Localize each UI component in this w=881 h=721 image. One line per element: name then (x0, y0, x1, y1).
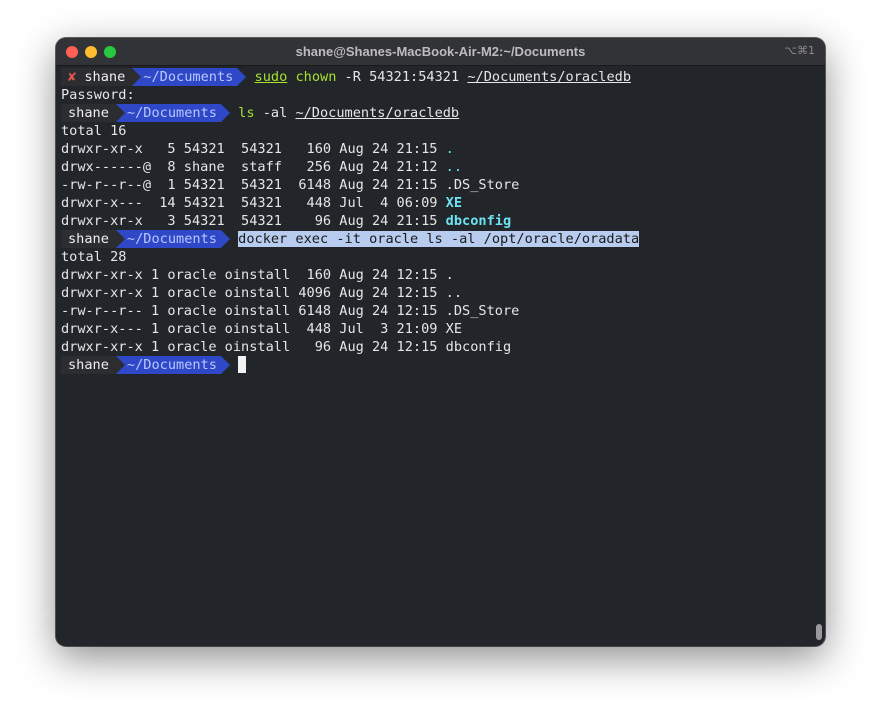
listing-meta: drwxr-x--- 14 54321 54321 448 Jul 4 06:0… (61, 195, 446, 211)
prompt-separator-icon (115, 356, 125, 374)
window-title: shane@Shanes-MacBook-Air-M2:~/Documents (295, 44, 586, 59)
listing-row: -rw-r--r--@ 1 54321 54321 6148 Aug 24 21… (61, 176, 813, 194)
prompt-user: shane (68, 231, 109, 247)
selected-command-text[interactable]: docker exec -it oracle ls -al /opt/oracl… (238, 231, 640, 247)
command-sudo: sudo (254, 69, 288, 85)
terminal-line: shane ~/Documents docker exec -it oracle … (61, 230, 813, 248)
listing-row: drwxr-xr-x 1 oracle oinstall 160 Aug 24 … (61, 267, 454, 283)
terminal-line: ✘ shane ~/Documents sudo chown -R 54321:5… (61, 68, 813, 86)
prompt-dir: ~/Documents (126, 357, 217, 373)
listing-meta: drwxr-xr-x 5 54321 54321 160 Aug 24 21:1… (61, 141, 446, 157)
prompt-user-segment: shane (61, 230, 116, 248)
prompt-dir-segment: ~/Documents (124, 104, 221, 122)
prompt-user-segment: shane (61, 104, 116, 122)
prompt-dir: ~/Documents (143, 69, 234, 85)
error-status-icon: ✘ (68, 69, 77, 85)
terminal-line: shane ~/Documents (61, 356, 813, 374)
terminal-line: shane ~/Documents ls -al ~/Documents/orac… (61, 104, 813, 122)
listing-row: -rw-r--r-- 1 oracle oinstall 6148 Aug 24… (61, 303, 520, 319)
prompt-separator-icon (115, 230, 125, 248)
listing-name: .DS_Store (445, 177, 520, 193)
prompt-separator-icon (115, 104, 125, 122)
text-cursor[interactable] (238, 356, 247, 373)
command-ls: ls (238, 105, 255, 121)
listing-meta: -rw-r--r--@ 1 54321 54321 6148 Aug 24 21… (61, 177, 446, 193)
listing-meta: drwxr-xr-x 3 54321 54321 96 Aug 24 21:15 (61, 213, 446, 229)
listing-row: drwxr-xr-x 1 oracle oinstall 4096 Aug 24… (61, 285, 463, 301)
prompt-user-segment: ✘ shane (61, 68, 133, 86)
window-shortcut-label: ⌥⌘1 (784, 44, 815, 57)
command-path: ~/Documents/oracledb (467, 69, 632, 85)
listing-row: drwx------@ 8 shane staff 256 Aug 24 21:… (61, 158, 813, 176)
prompt-end-icon (220, 356, 230, 374)
listing-total: total 16 (61, 123, 127, 139)
listing-row: drwxr-xr-x 3 54321 54321 96 Aug 24 21:15… (61, 212, 813, 230)
listing-row: drwxr-x--- 14 54321 54321 448 Jul 4 06:0… (61, 194, 813, 212)
prompt-dir: ~/Documents (126, 231, 217, 247)
listing-row: drwxr-xr-x 5 54321 54321 160 Aug 24 21:1… (61, 140, 813, 158)
prompt-user-segment: shane (61, 356, 116, 374)
listing-name: dbconfig (445, 213, 512, 229)
prompt-user: shane (68, 105, 109, 121)
command-args: -al (254, 105, 296, 121)
listing-name: .. (445, 159, 463, 175)
prompt-dir-segment: ~/Documents (124, 356, 221, 374)
listing-name: XE (445, 195, 463, 211)
prompt-separator-icon (132, 68, 142, 86)
prompt-dir-segment: ~/Documents (141, 68, 238, 86)
title-bar[interactable]: shane@Shanes-MacBook-Air-M2:~/Documents … (56, 38, 825, 66)
prompt-user: shane (84, 69, 126, 85)
terminal-window: shane@Shanes-MacBook-Air-M2:~/Documents … (56, 38, 825, 646)
command-chown: chown (295, 69, 337, 85)
command-args: -R 54321:54321 (336, 69, 468, 85)
listing-row: drwxr-xr-x 1 oracle oinstall 96 Aug 24 1… (61, 339, 512, 355)
prompt-end-icon (220, 230, 230, 248)
terminal-output[interactable]: ✘ shane ~/Documents sudo chown -R 54321:5… (61, 68, 813, 374)
password-prompt: Password: (61, 87, 135, 103)
prompt-dir-segment: ~/Documents (124, 230, 221, 248)
listing-meta: drwx------@ 8 shane staff 256 Aug 24 21:… (61, 159, 446, 175)
listing-row: drwxr-x--- 1 oracle oinstall 448 Jul 3 2… (61, 321, 463, 337)
prompt-dir: ~/Documents (126, 105, 217, 121)
command-path: ~/Documents/oracledb (295, 105, 460, 121)
scrollbar-thumb[interactable] (816, 624, 822, 640)
listing-total: total 28 (61, 249, 127, 265)
prompt-end-icon (220, 104, 230, 122)
prompt-user: shane (68, 357, 109, 373)
prompt-end-icon (237, 68, 247, 86)
listing-name: . (445, 141, 454, 157)
